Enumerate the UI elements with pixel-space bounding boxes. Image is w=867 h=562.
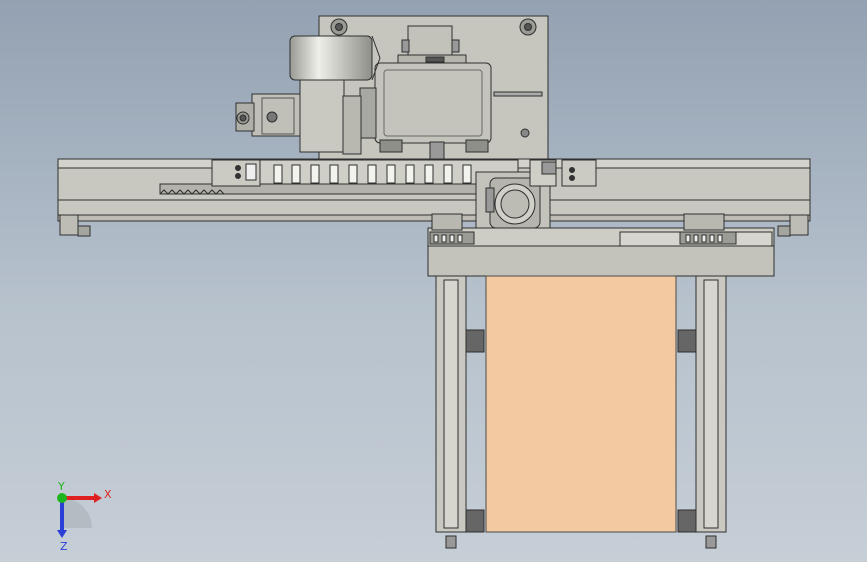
gear-rack (159, 159, 519, 195)
right-vertical-column (677, 275, 727, 549)
triad-y-label: Y (57, 480, 65, 493)
left-vertical-column (435, 275, 485, 549)
motor-cylinder-top (289, 35, 381, 81)
work-plate (485, 275, 677, 533)
triad-x-label: X (104, 488, 112, 501)
servo-motor-body (235, 79, 362, 155)
triad-z-label: Z (60, 540, 68, 553)
cad-3d-viewport[interactable]: X Y Z (0, 0, 867, 562)
cad-model-drawing[interactable]: X Y Z (0, 0, 867, 562)
coordinate-triad (57, 493, 102, 538)
beam-right-plate (561, 159, 597, 187)
